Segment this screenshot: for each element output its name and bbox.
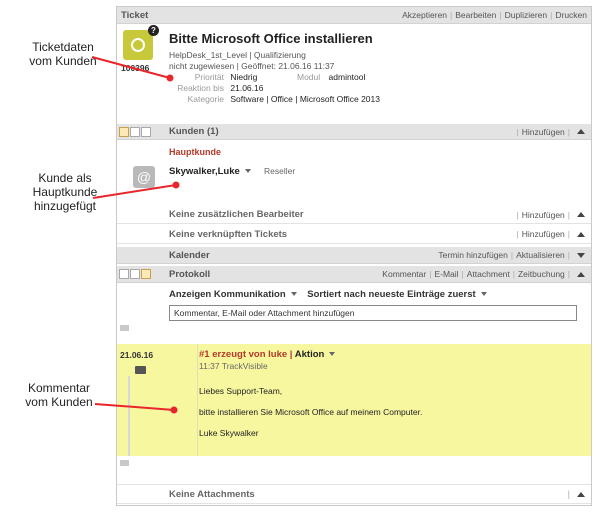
ticket-response-due: Reaktion bis 21.06.16 bbox=[177, 83, 264, 93]
collapse-protocol-icon[interactable] bbox=[577, 271, 585, 277]
protocol-bar: Protokoll Kommentar | E-Mail | Attachmen… bbox=[117, 266, 591, 283]
view-list-icon[interactable] bbox=[130, 269, 140, 279]
customers-bar: Kunden (1) | Hinzufügen | bbox=[117, 124, 591, 140]
chevron-down-icon[interactable] bbox=[290, 291, 297, 296]
additional-assignees-title: Keine zusätzlichen Bearbeiter bbox=[169, 209, 304, 220]
add-assignee-button[interactable]: Hinzufügen bbox=[522, 210, 565, 220]
protocol-filters: Anzeigen Kommunikation Sortiert nach neu… bbox=[169, 289, 493, 300]
callout-hauptkunde: Kunde als Hauptkunde hinzugefügt bbox=[32, 171, 98, 213]
customers-title: Kunden (1) bbox=[169, 126, 219, 137]
callout-kommentar: Kommentar vom Kunden bbox=[25, 381, 93, 409]
collapse-customers-icon[interactable] bbox=[577, 129, 585, 134]
entry-greeting: Liebes Support-Team, bbox=[199, 386, 283, 396]
add-appointment-button[interactable]: Termin hinzufügen bbox=[438, 250, 507, 260]
duplicate-button[interactable]: Duplizieren bbox=[505, 10, 548, 20]
attachments-row: Keine Attachments | bbox=[117, 484, 591, 504]
add-email-button[interactable]: E-Mail bbox=[434, 269, 458, 279]
chevron-down-icon[interactable] bbox=[480, 291, 487, 296]
timeline-scroll-bottom-icon[interactable] bbox=[120, 460, 129, 466]
ticket-header-bar: Ticket Akzeptieren | Bearbeiten | Duplizie… bbox=[117, 7, 591, 24]
additional-assignees-row: Keine zusätzlichen Bearbeiter | Hinzufüg… bbox=[117, 206, 591, 224]
edit-button[interactable]: Bearbeiten bbox=[455, 10, 496, 20]
collapse-assignees-icon[interactable] bbox=[577, 212, 585, 217]
add-linked-ticket-button[interactable]: Hinzufügen bbox=[522, 229, 565, 239]
add-comment-button[interactable]: Kommentar bbox=[382, 269, 426, 279]
entry-signature: Luke Skywalker bbox=[199, 428, 259, 438]
collapse-linked-icon[interactable] bbox=[577, 231, 585, 237]
customers-view-toggle bbox=[119, 126, 151, 137]
view-detail-icon[interactable] bbox=[141, 126, 151, 137]
view-list-icon[interactable] bbox=[130, 126, 140, 137]
ticket-queue-status: HelpDesk_1st_Level | Qualifizierung bbox=[169, 50, 306, 60]
print-button[interactable]: Drucken bbox=[555, 10, 587, 20]
camera-icon bbox=[135, 366, 146, 374]
at-icon: @ bbox=[133, 166, 155, 188]
customer-name[interactable]: Skywalker,Luke bbox=[169, 166, 257, 177]
accept-button[interactable]: Akzeptieren bbox=[402, 10, 447, 20]
main-customer-label: Hauptkunde bbox=[169, 147, 222, 157]
ticket-mouse-icon: ? bbox=[123, 25, 159, 60]
ticket-assignment-opened: nicht zugewiesen | Geöffnet: 21.06.16 11… bbox=[169, 61, 335, 71]
linked-tickets-row: Keine verknüpften Tickets | Hinzufügen | bbox=[117, 225, 591, 244]
entry-body: bitte installieren Sie Microsoft Office … bbox=[199, 407, 423, 417]
add-attachment-button[interactable]: Attachment bbox=[467, 269, 510, 279]
timeline-scroll-top-icon[interactable] bbox=[120, 325, 129, 331]
calendar-title: Kalender bbox=[169, 249, 210, 261]
protocol-title: Protokoll bbox=[169, 268, 211, 280]
ticket-category: Kategorie Software | Office | Microsoft … bbox=[187, 94, 380, 104]
ticket-module: Modul admintool bbox=[297, 72, 366, 82]
customer-role: Reseller bbox=[264, 166, 296, 176]
ticket-panel: Ticket Akzeptieren | Bearbeiten | Duplizie… bbox=[116, 6, 592, 506]
entry-time: 11:37 TrackVisible bbox=[199, 361, 268, 371]
add-timebooking-button[interactable]: Zeitbuchung bbox=[518, 269, 565, 279]
help-icon[interactable]: ? bbox=[148, 25, 159, 36]
entry-header[interactable]: #1 erzeugt von luke | Aktion bbox=[199, 349, 341, 360]
filter-show-dropdown[interactable]: Anzeigen Kommunikation bbox=[169, 289, 303, 300]
customer-menu-chevron-icon[interactable] bbox=[244, 168, 251, 173]
sort-dropdown[interactable]: Sortiert nach neueste Einträge zuerst bbox=[307, 289, 492, 300]
ticket-id: 100396 bbox=[121, 63, 150, 73]
entry-action-menu[interactable]: Aktion bbox=[295, 349, 325, 360]
collapse-attachments-icon[interactable] bbox=[577, 491, 585, 497]
view-detail-icon[interactable] bbox=[141, 269, 151, 279]
comment-input[interactable]: Kommentar, E-Mail oder Attachment hinzuf… bbox=[169, 305, 577, 321]
ticket-priority: Priorität Niedrig bbox=[194, 72, 258, 82]
expand-calendar-icon[interactable] bbox=[577, 252, 585, 258]
callout-ticketdaten: Ticketdaten vom Kunden bbox=[29, 40, 97, 68]
protocol-view-toggle bbox=[119, 269, 151, 279]
refresh-calendar-button[interactable]: Aktualisieren bbox=[516, 250, 565, 260]
view-compact-icon[interactable] bbox=[119, 126, 129, 137]
protocol-entry: 21.06.16 #1 erzeugt von luke | Aktion 11… bbox=[117, 344, 591, 456]
ticket-bar-title: Ticket bbox=[121, 9, 149, 21]
ticket-title: Bitte Microsoft Office installieren bbox=[169, 31, 373, 46]
add-customer-button[interactable]: Hinzufügen bbox=[522, 127, 565, 137]
attachments-title: Keine Attachments bbox=[169, 488, 255, 500]
view-compact-icon[interactable] bbox=[119, 269, 129, 279]
entry-date: 21.06.16 bbox=[120, 350, 154, 360]
calendar-bar: Kalender Termin hinzufügen | Aktualisier… bbox=[117, 247, 591, 264]
linked-tickets-title: Keine verknüpften Tickets bbox=[169, 228, 288, 240]
chevron-down-icon[interactable] bbox=[329, 351, 336, 356]
